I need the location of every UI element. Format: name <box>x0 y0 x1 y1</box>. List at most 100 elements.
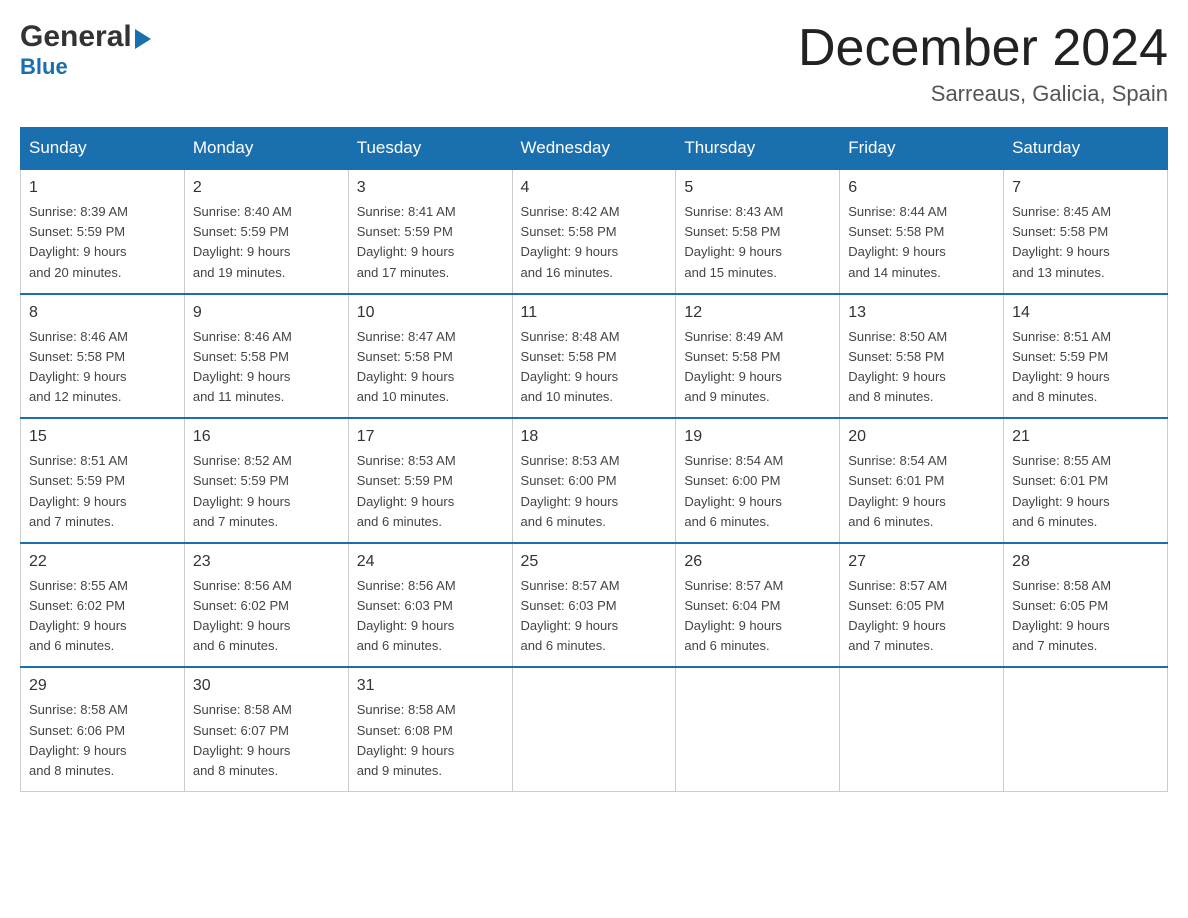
day-info: Sunrise: 8:58 AMSunset: 6:08 PMDaylight:… <box>357 700 504 781</box>
day-number: 29 <box>29 674 176 698</box>
month-year-title: December 2024 <box>798 20 1168 77</box>
header-monday: Monday <box>184 128 348 170</box>
day-cell-22: 22Sunrise: 8:55 AMSunset: 6:02 PMDayligh… <box>21 543 185 668</box>
logo-blue-text: Blue <box>20 54 68 80</box>
day-number: 24 <box>357 550 504 574</box>
day-cell-19: 19Sunrise: 8:54 AMSunset: 6:00 PMDayligh… <box>676 418 840 543</box>
day-info: Sunrise: 8:54 AMSunset: 6:01 PMDaylight:… <box>848 451 995 532</box>
day-number: 31 <box>357 674 504 698</box>
empty-cell <box>840 667 1004 791</box>
day-number: 23 <box>193 550 340 574</box>
day-info: Sunrise: 8:46 AMSunset: 5:58 PMDaylight:… <box>193 327 340 408</box>
day-info: Sunrise: 8:58 AMSunset: 6:05 PMDaylight:… <box>1012 576 1159 657</box>
day-cell-2: 2Sunrise: 8:40 AMSunset: 5:59 PMDaylight… <box>184 169 348 294</box>
logo-general-text: General <box>20 20 132 54</box>
day-cell-9: 9Sunrise: 8:46 AMSunset: 5:58 PMDaylight… <box>184 294 348 419</box>
day-info: Sunrise: 8:46 AMSunset: 5:58 PMDaylight:… <box>29 327 176 408</box>
day-info: Sunrise: 8:56 AMSunset: 6:03 PMDaylight:… <box>357 576 504 657</box>
day-cell-10: 10Sunrise: 8:47 AMSunset: 5:58 PMDayligh… <box>348 294 512 419</box>
day-info: Sunrise: 8:53 AMSunset: 6:00 PMDaylight:… <box>521 451 668 532</box>
day-info: Sunrise: 8:45 AMSunset: 5:58 PMDaylight:… <box>1012 202 1159 283</box>
day-info: Sunrise: 8:57 AMSunset: 6:04 PMDaylight:… <box>684 576 831 657</box>
header-thursday: Thursday <box>676 128 840 170</box>
week-row-5: 29Sunrise: 8:58 AMSunset: 6:06 PMDayligh… <box>21 667 1168 791</box>
day-number: 12 <box>684 301 831 325</box>
day-info: Sunrise: 8:47 AMSunset: 5:58 PMDaylight:… <box>357 327 504 408</box>
day-number: 30 <box>193 674 340 698</box>
day-info: Sunrise: 8:52 AMSunset: 5:59 PMDaylight:… <box>193 451 340 532</box>
day-cell-29: 29Sunrise: 8:58 AMSunset: 6:06 PMDayligh… <box>21 667 185 791</box>
day-number: 2 <box>193 176 340 200</box>
day-number: 4 <box>521 176 668 200</box>
calendar-header-row: SundayMondayTuesdayWednesdayThursdayFrid… <box>21 128 1168 170</box>
day-number: 26 <box>684 550 831 574</box>
day-number: 3 <box>357 176 504 200</box>
header-tuesday: Tuesday <box>348 128 512 170</box>
day-number: 18 <box>521 425 668 449</box>
logo-arrow-icon <box>135 29 151 49</box>
day-number: 10 <box>357 301 504 325</box>
day-info: Sunrise: 8:48 AMSunset: 5:58 PMDaylight:… <box>521 327 668 408</box>
day-cell-27: 27Sunrise: 8:57 AMSunset: 6:05 PMDayligh… <box>840 543 1004 668</box>
title-section: December 2024 Sarreaus, Galicia, Spain <box>798 20 1168 107</box>
day-info: Sunrise: 8:58 AMSunset: 6:07 PMDaylight:… <box>193 700 340 781</box>
day-cell-25: 25Sunrise: 8:57 AMSunset: 6:03 PMDayligh… <box>512 543 676 668</box>
day-info: Sunrise: 8:49 AMSunset: 5:58 PMDaylight:… <box>684 327 831 408</box>
header-saturday: Saturday <box>1004 128 1168 170</box>
day-info: Sunrise: 8:40 AMSunset: 5:59 PMDaylight:… <box>193 202 340 283</box>
day-cell-16: 16Sunrise: 8:52 AMSunset: 5:59 PMDayligh… <box>184 418 348 543</box>
day-cell-28: 28Sunrise: 8:58 AMSunset: 6:05 PMDayligh… <box>1004 543 1168 668</box>
day-cell-6: 6Sunrise: 8:44 AMSunset: 5:58 PMDaylight… <box>840 169 1004 294</box>
day-cell-26: 26Sunrise: 8:57 AMSunset: 6:04 PMDayligh… <box>676 543 840 668</box>
day-number: 5 <box>684 176 831 200</box>
day-number: 11 <box>521 301 668 325</box>
day-info: Sunrise: 8:53 AMSunset: 5:59 PMDaylight:… <box>357 451 504 532</box>
logo: General Blue <box>20 20 151 80</box>
day-cell-4: 4Sunrise: 8:42 AMSunset: 5:58 PMDaylight… <box>512 169 676 294</box>
day-info: Sunrise: 8:55 AMSunset: 6:01 PMDaylight:… <box>1012 451 1159 532</box>
day-number: 14 <box>1012 301 1159 325</box>
day-cell-15: 15Sunrise: 8:51 AMSunset: 5:59 PMDayligh… <box>21 418 185 543</box>
day-info: Sunrise: 8:57 AMSunset: 6:05 PMDaylight:… <box>848 576 995 657</box>
day-cell-31: 31Sunrise: 8:58 AMSunset: 6:08 PMDayligh… <box>348 667 512 791</box>
day-info: Sunrise: 8:51 AMSunset: 5:59 PMDaylight:… <box>1012 327 1159 408</box>
header-wednesday: Wednesday <box>512 128 676 170</box>
day-cell-18: 18Sunrise: 8:53 AMSunset: 6:00 PMDayligh… <box>512 418 676 543</box>
day-number: 13 <box>848 301 995 325</box>
day-number: 8 <box>29 301 176 325</box>
day-number: 6 <box>848 176 995 200</box>
day-number: 17 <box>357 425 504 449</box>
day-info: Sunrise: 8:58 AMSunset: 6:06 PMDaylight:… <box>29 700 176 781</box>
day-number: 20 <box>848 425 995 449</box>
empty-cell <box>512 667 676 791</box>
day-cell-8: 8Sunrise: 8:46 AMSunset: 5:58 PMDaylight… <box>21 294 185 419</box>
day-cell-13: 13Sunrise: 8:50 AMSunset: 5:58 PMDayligh… <box>840 294 1004 419</box>
empty-cell <box>1004 667 1168 791</box>
day-info: Sunrise: 8:50 AMSunset: 5:58 PMDaylight:… <box>848 327 995 408</box>
week-row-3: 15Sunrise: 8:51 AMSunset: 5:59 PMDayligh… <box>21 418 1168 543</box>
empty-cell <box>676 667 840 791</box>
day-cell-24: 24Sunrise: 8:56 AMSunset: 6:03 PMDayligh… <box>348 543 512 668</box>
day-info: Sunrise: 8:43 AMSunset: 5:58 PMDaylight:… <box>684 202 831 283</box>
day-cell-12: 12Sunrise: 8:49 AMSunset: 5:58 PMDayligh… <box>676 294 840 419</box>
logo-icon: General <box>20 20 151 54</box>
week-row-4: 22Sunrise: 8:55 AMSunset: 6:02 PMDayligh… <box>21 543 1168 668</box>
day-number: 25 <box>521 550 668 574</box>
day-info: Sunrise: 8:44 AMSunset: 5:58 PMDaylight:… <box>848 202 995 283</box>
day-number: 19 <box>684 425 831 449</box>
day-cell-3: 3Sunrise: 8:41 AMSunset: 5:59 PMDaylight… <box>348 169 512 294</box>
day-info: Sunrise: 8:57 AMSunset: 6:03 PMDaylight:… <box>521 576 668 657</box>
day-number: 9 <box>193 301 340 325</box>
header-friday: Friday <box>840 128 1004 170</box>
day-info: Sunrise: 8:42 AMSunset: 5:58 PMDaylight:… <box>521 202 668 283</box>
day-cell-30: 30Sunrise: 8:58 AMSunset: 6:07 PMDayligh… <box>184 667 348 791</box>
day-number: 27 <box>848 550 995 574</box>
location-subtitle: Sarreaus, Galicia, Spain <box>798 81 1168 107</box>
day-number: 28 <box>1012 550 1159 574</box>
day-cell-21: 21Sunrise: 8:55 AMSunset: 6:01 PMDayligh… <box>1004 418 1168 543</box>
day-number: 7 <box>1012 176 1159 200</box>
day-cell-7: 7Sunrise: 8:45 AMSunset: 5:58 PMDaylight… <box>1004 169 1168 294</box>
day-cell-14: 14Sunrise: 8:51 AMSunset: 5:59 PMDayligh… <box>1004 294 1168 419</box>
day-info: Sunrise: 8:54 AMSunset: 6:00 PMDaylight:… <box>684 451 831 532</box>
day-cell-1: 1Sunrise: 8:39 AMSunset: 5:59 PMDaylight… <box>21 169 185 294</box>
